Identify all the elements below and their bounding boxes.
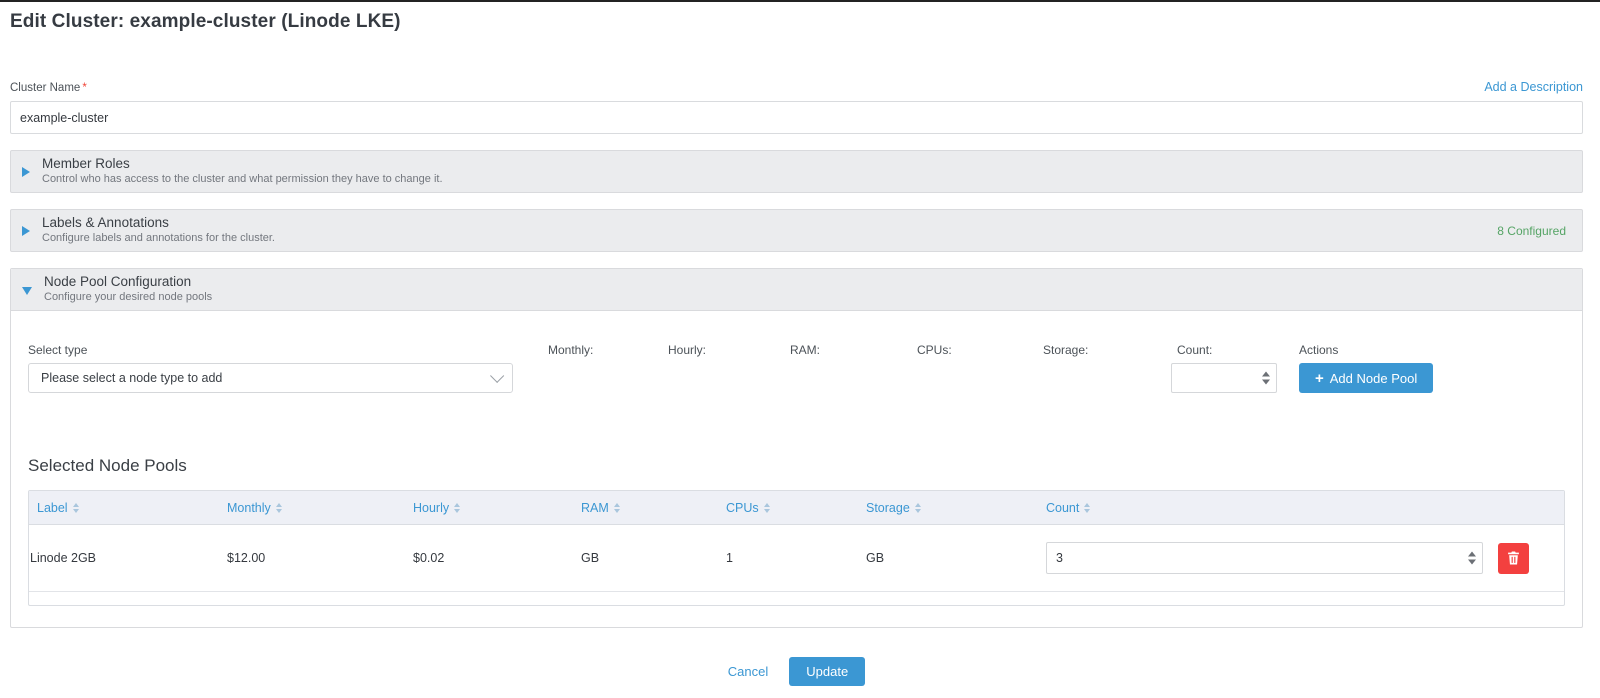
selected-node-pools-heading: Selected Node Pools (28, 456, 1565, 476)
add-description-link[interactable]: Add a Description (1484, 80, 1583, 94)
pool-storage-cell: GB (858, 551, 1038, 565)
column-header-label[interactable]: Label (29, 501, 219, 515)
pool-label-cell: Linode 2GB (29, 551, 219, 565)
sort-icon (73, 503, 79, 513)
node-pool-subtitle: Configure your desired node pools (44, 291, 212, 305)
window-top-edge (0, 0, 1600, 2)
member-roles-subtitle: Control who has access to the cluster an… (42, 173, 443, 187)
pool-count-stepper (1046, 542, 1483, 574)
count-stepper (1171, 363, 1277, 393)
chevron-down-icon (22, 287, 32, 295)
member-roles-title: Member Roles (42, 156, 443, 173)
pool-ram-cell: GB (573, 551, 718, 565)
edit-cluster-page: Edit Cluster: example-cluster (Linode LK… (0, 11, 1600, 686)
node-type-select-value: Please select a node type to add (41, 371, 222, 385)
select-type-field: Select type Please select a node type to… (28, 343, 513, 393)
column-header-count[interactable]: Count (1038, 501, 1564, 515)
chevron-down-icon (490, 369, 504, 383)
column-header-ram[interactable]: RAM (573, 501, 718, 515)
select-type-label: Select type (28, 343, 513, 357)
count-field: Count: (1171, 343, 1277, 393)
sort-icon (915, 503, 921, 513)
cluster-name-row: Cluster Name* Add a Description (10, 80, 1583, 94)
pool-hourly-cell: $0.02 (405, 551, 573, 565)
sort-icon (1084, 503, 1090, 513)
pool-count-input[interactable] (1046, 542, 1483, 574)
node-pool-configuration-section: Node Pool Configuration Configure your d… (10, 268, 1583, 628)
cpus-column-label-cell: CPUs: (917, 343, 952, 363)
sort-icon (454, 503, 460, 513)
column-header-cpus[interactable]: CPUs (718, 501, 858, 515)
add-node-pool-button[interactable]: +Add Node Pool (1299, 363, 1433, 393)
node-pools-table: Label Monthly Hourly RAM CPUs Storage Co… (28, 490, 1565, 606)
column-header-monthly[interactable]: Monthly (219, 501, 405, 515)
actions-label: Actions (1299, 343, 1433, 357)
sort-icon (276, 503, 282, 513)
pool-cpus-cell: 1 (718, 551, 858, 565)
cluster-name-input[interactable] (10, 101, 1583, 134)
sort-icon (614, 503, 620, 513)
chevron-right-icon (22, 167, 30, 177)
storage-label: Storage: (1043, 343, 1088, 357)
pool-count-cell (1038, 542, 1564, 574)
page-title: Edit Cluster: example-cluster (Linode LK… (10, 11, 1583, 33)
labels-annotations-title: Labels & Annotations (42, 215, 275, 232)
labels-annotations-section-header[interactable]: Labels & Annotations Configure labels an… (10, 209, 1583, 252)
column-header-storage[interactable]: Storage (858, 501, 1038, 515)
actions-field: Actions +Add Node Pool (1299, 343, 1433, 393)
cancel-button[interactable]: Cancel (728, 664, 768, 679)
stepper-arrows-icon[interactable] (1468, 552, 1476, 565)
add-node-pool-form: Select type Please select a node type to… (28, 343, 1565, 407)
ram-column-label-cell: RAM: (790, 343, 820, 363)
trash-icon (1507, 551, 1520, 565)
labels-annotations-subtitle: Configure labels and annotations for the… (42, 232, 275, 246)
table-header-row: Label Monthly Hourly RAM CPUs Storage Co… (29, 491, 1564, 525)
table-footer-empty-row (29, 591, 1564, 605)
pool-monthly-cell: $12.00 (219, 551, 405, 565)
node-pool-title: Node Pool Configuration (44, 274, 212, 291)
cpus-label: CPUs: (917, 343, 952, 357)
stepper-arrows-icon[interactable] (1262, 372, 1270, 385)
delete-pool-button[interactable] (1498, 543, 1529, 574)
node-type-select[interactable]: Please select a node type to add (28, 363, 513, 393)
monthly-label: Monthly: (548, 343, 593, 357)
form-footer: Cancel Update (10, 657, 1583, 686)
configured-count-badge: 8 Configured (1497, 224, 1566, 238)
column-header-hourly[interactable]: Hourly (405, 501, 573, 515)
update-button[interactable]: Update (789, 657, 865, 686)
required-asterisk: * (82, 82, 86, 94)
hourly-column-label-cell: Hourly: (668, 343, 706, 363)
hourly-label: Hourly: (668, 343, 706, 357)
storage-column-label-cell: Storage: (1043, 343, 1088, 363)
monthly-column-label-cell: Monthly: (548, 343, 593, 363)
ram-label: RAM: (790, 343, 820, 357)
count-label: Count: (1171, 343, 1277, 357)
cluster-name-label: Cluster Name* (10, 82, 87, 94)
node-pool-section-header[interactable]: Node Pool Configuration Configure your d… (11, 269, 1582, 311)
table-row: Linode 2GB $12.00 $0.02 GB 1 GB (29, 525, 1564, 591)
chevron-right-icon (22, 226, 30, 236)
sort-icon (764, 503, 770, 513)
plus-icon: + (1315, 371, 1324, 386)
member-roles-section-header[interactable]: Member Roles Control who has access to t… (10, 150, 1583, 193)
